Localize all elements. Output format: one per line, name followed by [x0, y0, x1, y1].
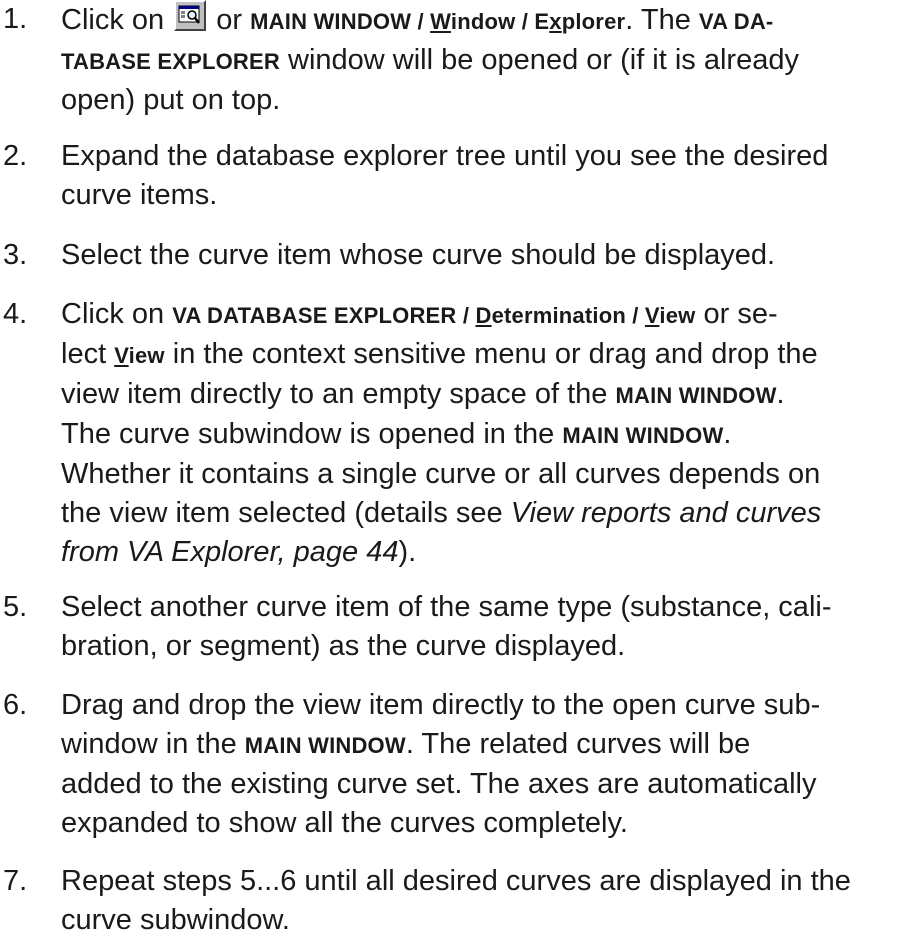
menu-path: VA DATABASE EXPLORER / Determination / V… — [172, 303, 695, 328]
menu-path-part: MAIN WINDOW / — [250, 9, 431, 34]
step-line: Click on VA DATABASE EXPLORER / Determin… — [61, 295, 906, 335]
ui-window-name: VA DA- — [698, 9, 774, 34]
step-number: 4. — [3, 298, 28, 330]
step-line: Whether it contains a single curve or al… — [61, 458, 821, 490]
step-text: Click on or MAIN WINDOW / Window / Explo… — [61, 0, 906, 120]
text-segment: The curve subwindow is opened in the — [61, 418, 563, 450]
step-number: 3. — [3, 239, 28, 271]
cross-reference: from VA Explorer, page 44 — [61, 536, 399, 568]
step-line: curve subwindow. — [61, 904, 290, 936]
menu-accelerator: x — [549, 9, 562, 34]
step-line: from VA Explorer, page 44). — [61, 533, 906, 572]
step-line: window in the MAIN WINDOW. The related c… — [61, 725, 906, 765]
text-segment: . The related curves will be — [405, 728, 751, 760]
menu-path-part: VA DATABASE EXPLORER / — [172, 303, 476, 328]
text-segment: lect — [61, 338, 115, 370]
text-segment: in the context sensitive menu or drag an… — [164, 338, 818, 370]
menu-accelerator: D — [475, 303, 492, 328]
text-segment: window in the — [61, 728, 245, 760]
text-segment: . — [776, 378, 785, 410]
step-number: 5. — [3, 591, 28, 623]
step-line: expanded to show all the curves complete… — [61, 807, 628, 839]
step-line: Select another curve item of the same ty… — [61, 591, 832, 623]
step-line: Expand the database explorer tree until … — [61, 140, 829, 172]
step-line: Drag and drop the view item directly to … — [61, 689, 821, 721]
text-segment: or se- — [695, 298, 778, 330]
menu-accelerator: V — [644, 303, 660, 328]
text-segment: . — [723, 418, 732, 450]
cross-reference: View reports and curves — [510, 497, 822, 529]
text-segment: ). — [398, 536, 417, 568]
step-text: Click on VA DATABASE EXPLORER / Determin… — [61, 295, 906, 572]
menu-path-part: etermination / — [491, 303, 645, 328]
step-text: Expand the database explorer tree until … — [61, 137, 906, 215]
text-segment: window will be opened or (if it is alrea… — [279, 44, 799, 76]
step-line: open) put on top. — [61, 84, 281, 116]
text-segment: . The — [625, 4, 699, 36]
step-number: 1. — [3, 3, 28, 35]
step-line: The curve subwindow is opened in the MAI… — [61, 415, 906, 455]
step-line: added to the existing curve set. The axe… — [61, 768, 817, 800]
step-line: curve items. — [61, 179, 218, 211]
step-text: Drag and drop the view item directly to … — [61, 686, 906, 843]
menu-path-part: plorer — [561, 9, 626, 34]
text-segment: Click on — [61, 4, 165, 36]
step-text: Repeat steps 5...6 until all desired cur… — [61, 862, 906, 940]
ui-window-name: MAIN WINDOW — [244, 733, 406, 758]
step-text: Select the curve item whose curve should… — [61, 236, 906, 275]
menu-item: View — [114, 343, 165, 368]
ui-window-name: MAIN WINDOW — [615, 383, 777, 408]
step-number: 6. — [3, 689, 28, 721]
step-line: Select the curve item whose curve should… — [61, 239, 776, 271]
step-line: lect View in the context sensitive menu … — [61, 335, 906, 375]
step-line: TABASE EXPLORER window will be opened or… — [61, 41, 906, 81]
step-line: Click on or MAIN WINDOW / Window / Explo… — [61, 0, 906, 41]
text-segment: or — [216, 4, 243, 36]
menu-path: MAIN WINDOW / Window / Explorer — [250, 9, 625, 34]
explorer-toolbar-icon[interactable] — [174, 0, 207, 31]
step-number: 7. — [3, 865, 28, 897]
step-line: Repeat steps 5...6 until all desired cur… — [61, 865, 851, 897]
text-segment: the view item selected (details see — [61, 497, 511, 529]
step-text: Select another curve item of the same ty… — [61, 588, 906, 666]
menu-accelerator: V — [114, 343, 129, 368]
menu-accelerator: W — [430, 9, 451, 34]
step-line: bration, or segment) as the curve displa… — [61, 630, 626, 662]
menu-path-part: iew — [128, 343, 165, 368]
explorer-icon-graphic — [178, 5, 201, 24]
text-segment: view item directly to an empty space of … — [61, 378, 616, 410]
ui-window-name: TABASE EXPLORER — [61, 49, 280, 74]
ui-window-name: MAIN WINDOW — [562, 423, 724, 448]
step-line: view item directly to an empty space of … — [61, 375, 906, 415]
menu-path-part: iew — [659, 303, 696, 328]
text-segment: Click on — [61, 298, 173, 330]
menu-path-part: indow / E — [450, 9, 550, 34]
step-line: the view item selected (details see View… — [61, 494, 906, 533]
step-number: 2. — [3, 140, 28, 172]
